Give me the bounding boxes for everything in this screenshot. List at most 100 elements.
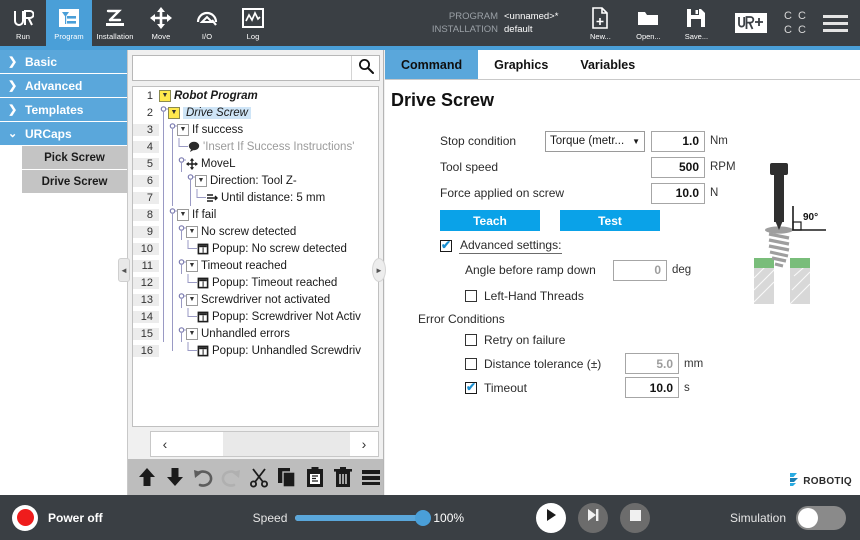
sidebar-item-drive-screw[interactable]: Drive Screw (22, 170, 127, 194)
sidebar-category-templates[interactable]: ❯ Templates (0, 98, 127, 122)
header-tab-program[interactable]: Program (46, 0, 92, 46)
collapse-left-handle[interactable]: ◄ (118, 258, 130, 282)
delete-trash-icon[interactable] (330, 463, 355, 491)
robotiq-wordmark: ROBOTIQ (803, 476, 852, 487)
redo-icon[interactable] (218, 463, 243, 491)
grid-apps-icon[interactable]: C C C C (781, 9, 809, 37)
urplus-icon[interactable] (735, 12, 767, 34)
sidebar-category-basic[interactable]: ❯ Basic (0, 50, 127, 74)
tree-row[interactable]: 15 ▼ Unhandled errors (133, 325, 378, 342)
collapse-toggle-icon[interactable]: ▼ (186, 259, 198, 272)
tool-speed-input[interactable]: 500 (651, 156, 705, 178)
step-button[interactable] (578, 502, 609, 533)
cut-icon[interactable] (246, 463, 271, 491)
sidebar-category-urcaps[interactable]: ⌄ URCaps (0, 122, 127, 146)
collapse-toggle-icon[interactable]: ▼ (186, 225, 198, 238)
header-tab-io[interactable]: I/O (184, 0, 230, 46)
program-tree-list[interactable]: 1 ▼ Robot Program 2 ▼ Drive Screw 3 ▼ If… (132, 86, 379, 427)
save-file-label: Save... (684, 32, 709, 41)
sidebar-category-advanced[interactable]: ❯ Advanced (0, 74, 127, 98)
advanced-settings-checkbox[interactable] (440, 239, 452, 252)
tree-row[interactable]: 11 ▼ Timeout reached (133, 257, 378, 274)
tab-graphics[interactable]: Graphics (478, 50, 564, 79)
tree-row[interactable]: 9 ▼ No screw detected (133, 223, 378, 240)
tree-row[interactable]: 10 Popup: No screw detected (133, 240, 378, 257)
timeout-label: Timeout (484, 380, 527, 395)
command-panel: Command Graphics Variables Drive Screw S… (385, 50, 860, 495)
power-status[interactable]: Power off (0, 504, 103, 531)
move-up-icon[interactable] (134, 463, 159, 491)
sidebar-item-pick-screw[interactable]: Pick Screw (22, 146, 127, 170)
simulation-toggle[interactable] (796, 505, 846, 530)
open-file-button[interactable]: Open... (624, 0, 672, 46)
scroll-thumb[interactable] (179, 432, 223, 456)
stop-condition-select[interactable]: Torque (metr... ▼ (545, 130, 645, 152)
header-tab-move[interactable]: Move (138, 0, 184, 46)
test-button[interactable]: Test (560, 210, 660, 231)
tab-command[interactable]: Command (385, 50, 479, 79)
timeout-checkbox[interactable] (465, 381, 477, 394)
hamburger-menu-icon[interactable] (823, 14, 848, 32)
tree-row[interactable]: 3 ▼ If success (133, 121, 378, 138)
tree-horizontal-scrollbar[interactable]: ‹ › (150, 431, 379, 457)
timeout-unit: s (684, 381, 690, 394)
collapse-toggle-icon[interactable]: ▼ (177, 123, 189, 136)
tree-row-label: Unhandled errors (201, 327, 290, 340)
installation-key-label: INSTALLATION (431, 24, 498, 35)
collapse-toggle-icon[interactable]: ▼ (186, 293, 198, 306)
copy-icon[interactable] (274, 463, 299, 491)
header-right-group: C C C C (735, 0, 860, 46)
tree-row[interactable]: 5 MoveL (133, 155, 378, 172)
suppress-icon[interactable] (358, 463, 383, 491)
save-file-button[interactable]: Save... (672, 0, 720, 46)
stop-condition-value-input[interactable]: 1.0 (651, 130, 705, 152)
distance-tolerance-checkbox[interactable] (465, 357, 477, 370)
header-tab-run[interactable]: Run (0, 0, 46, 46)
speed-slider-knob[interactable] (415, 509, 432, 526)
left-hand-threads-checkbox[interactable] (465, 289, 477, 302)
collapse-right-handle[interactable]: ► (372, 258, 386, 282)
search-button[interactable] (351, 56, 379, 80)
error-conditions-heading: Error Conditions (418, 309, 860, 329)
tree-row[interactable]: 4 'Insert If Success Instructions' (133, 138, 378, 155)
undo-icon[interactable] (190, 463, 215, 491)
timeout-input[interactable]: 10.0 (625, 377, 679, 398)
distance-tolerance-input[interactable]: 5.0 (625, 353, 679, 374)
collapse-toggle-icon[interactable]: ▼ (168, 106, 180, 119)
tree-row[interactable]: 6 ▼ Direction: Tool Z- (133, 172, 378, 189)
collapse-toggle-icon[interactable]: ▼ (159, 89, 171, 102)
tree-row-label: If fail (192, 208, 217, 221)
angle-input[interactable]: 0 (613, 259, 667, 281)
search-input[interactable] (133, 56, 351, 80)
force-input[interactable]: 10.0 (651, 182, 705, 204)
tree-row[interactable]: 1 ▼ Robot Program (133, 87, 378, 104)
header-tab-installation[interactable]: Installation (92, 0, 138, 46)
retry-on-failure-checkbox[interactable] (465, 333, 477, 346)
paste-icon[interactable] (302, 463, 327, 491)
tree-row[interactable]: 16 Popup: Unhandled Screwdriv (133, 342, 378, 359)
stop-button[interactable] (620, 502, 651, 533)
tree-row[interactable]: 8 ▼ If fail (133, 206, 378, 223)
tree-toolbar (128, 459, 383, 495)
tree-row[interactable]: 12 Popup: Timeout reached (133, 274, 378, 291)
chevron-down-icon: ⌄ (8, 128, 18, 140)
scroll-left-button[interactable]: ‹ (151, 432, 179, 456)
speed-slider[interactable] (295, 509, 432, 526)
tab-command-label: Command (401, 57, 463, 72)
collapse-toggle-icon[interactable]: ▼ (177, 208, 189, 221)
collapse-toggle-icon[interactable]: ▼ (186, 327, 198, 340)
move-down-icon[interactable] (162, 463, 187, 491)
scroll-right-button[interactable]: › (350, 432, 378, 456)
scroll-track[interactable] (223, 432, 350, 456)
play-button[interactable] (536, 502, 567, 533)
new-file-button[interactable]: New... (576, 0, 624, 46)
tab-variables[interactable]: Variables (564, 50, 651, 79)
tree-row[interactable]: 13 ▼ Screwdriver not activated (133, 291, 378, 308)
tree-row-label: Robot Program (174, 89, 258, 102)
header-tab-log[interactable]: Log (230, 0, 276, 46)
tree-row[interactable]: 14 Popup: Screwdriver Not Activ (133, 308, 378, 325)
tree-row[interactable]: 7 Until distance: 5 mm (133, 189, 378, 206)
collapse-toggle-icon[interactable]: ▼ (195, 174, 207, 187)
teach-button[interactable]: Teach (440, 210, 540, 231)
tree-row[interactable]: 2 ▼ Drive Screw (133, 104, 378, 121)
